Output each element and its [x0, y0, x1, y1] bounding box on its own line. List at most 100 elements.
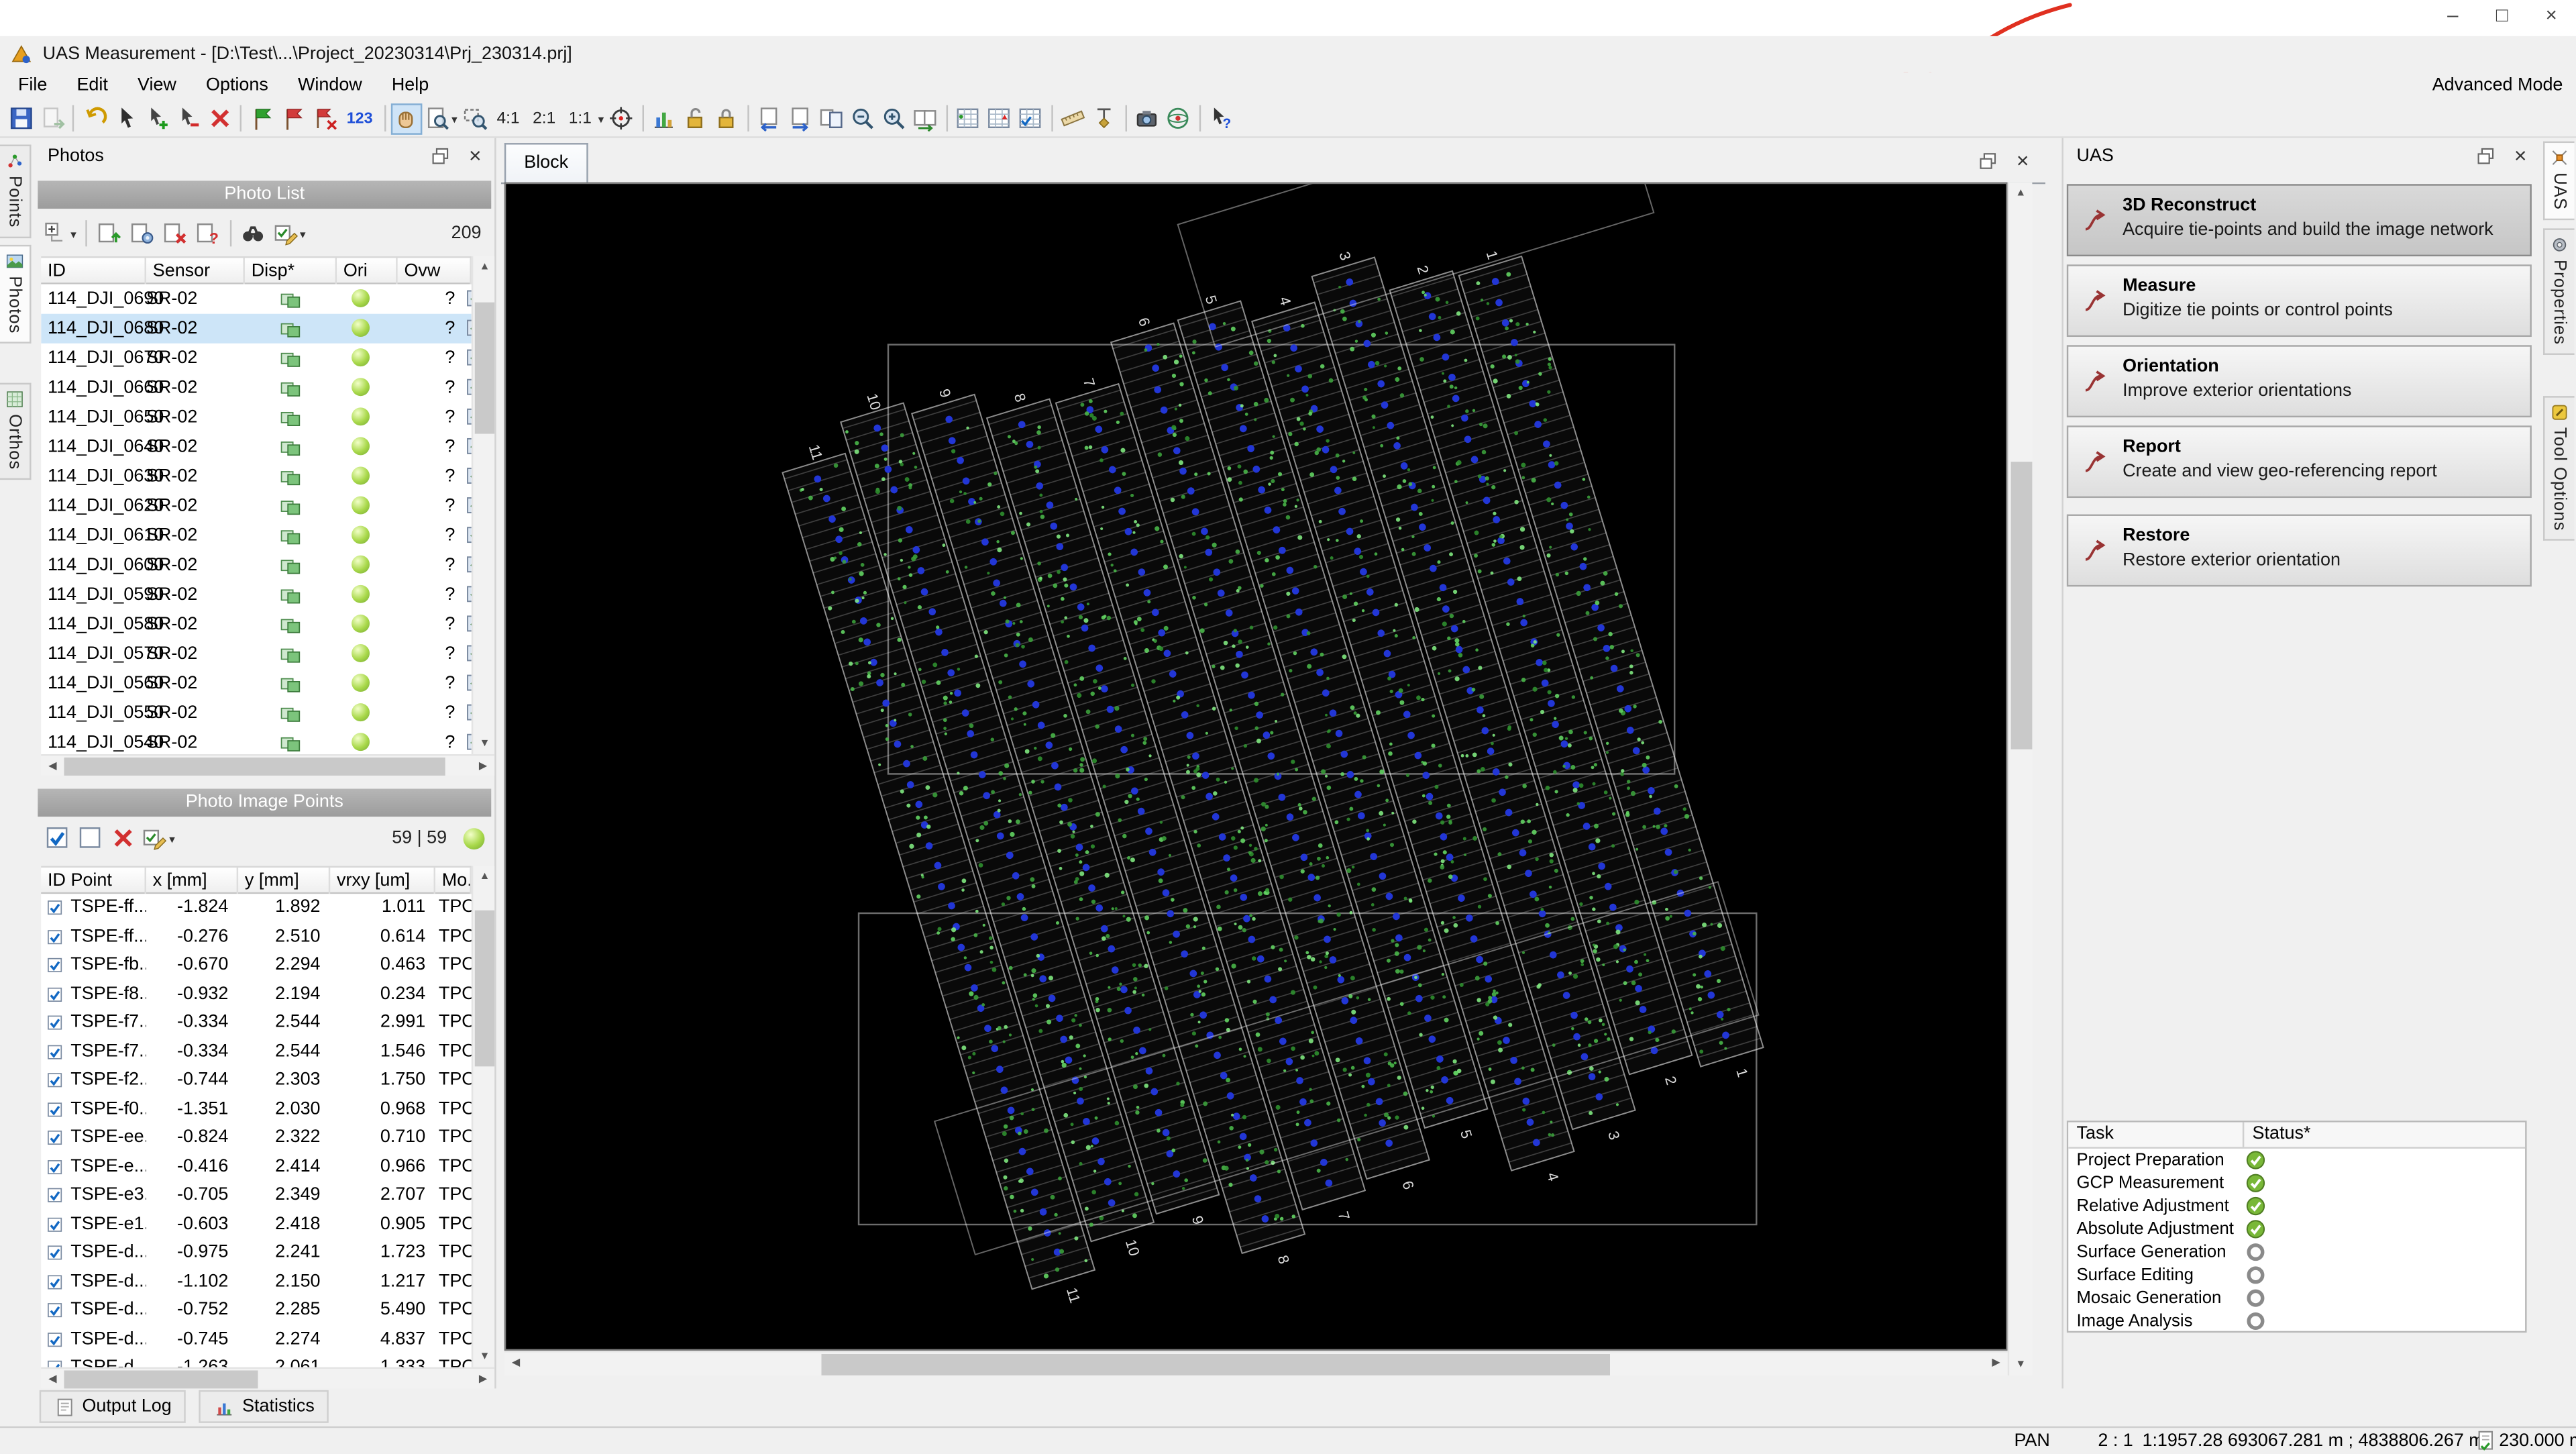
display-icon[interactable] [245, 284, 337, 314]
workflow-card[interactable]: 3D Reconstruct Acquire tie-points and bu… [2067, 184, 2532, 256]
float-panel-icon[interactable] [429, 145, 451, 168]
points-scrollbar-horizontal[interactable] [41, 1367, 494, 1389]
column-header[interactable]: Ovw [398, 258, 472, 284]
tab-block[interactable]: Block [504, 143, 588, 184]
toolbar-table-check-icon[interactable] [1015, 103, 1046, 134]
point-checkbox[interactable] [46, 1215, 64, 1233]
toolbar-zoom-window-icon[interactable] [459, 103, 490, 134]
scrollbar-thumb[interactable] [475, 911, 494, 1067]
display-icon[interactable] [245, 580, 337, 609]
toolbar-preview-icon[interactable] [422, 103, 459, 134]
photo-row[interactable]: 114_DJI_0580 SR-02 ? [41, 610, 472, 639]
point-row[interactable]: TSPE-fb... -0.670 2.294 0.463 TPO [41, 951, 472, 980]
points-checkbox-checked-icon[interactable] [41, 823, 72, 854]
points-scrollbar-vertical[interactable] [472, 866, 494, 1367]
point-row[interactable]: TSPE-d... -0.975 2.241 1.723 TPO [41, 1239, 472, 1268]
point-row[interactable]: TSPE-d... -0.752 2.285 5.490 TPO [41, 1296, 472, 1325]
photo-list-scrollbar-horizontal[interactable] [41, 754, 494, 776]
float-view-icon[interactable] [1976, 150, 1999, 172]
close-panel-icon[interactable] [469, 138, 482, 172]
dropdown-caret-icon[interactable] [69, 223, 76, 243]
overview-icon[interactable] [465, 672, 472, 694]
toolbar-lock-icon[interactable] [710, 103, 742, 134]
scroll-up-icon[interactable] [2009, 183, 2032, 204]
scroll-up-icon[interactable] [473, 866, 496, 888]
overview-icon[interactable] [465, 731, 472, 753]
column-header[interactable]: Ori [337, 258, 398, 284]
overview-icon[interactable] [465, 524, 472, 546]
point-checkbox[interactable] [46, 1100, 64, 1119]
photo-row[interactable]: 114_DJI_0590 SR-02 ? [41, 580, 472, 609]
scroll-left-icon[interactable] [504, 1353, 527, 1374]
point-row[interactable]: TSPE-f2... -0.744 2.303 1.750 TPO [41, 1066, 472, 1095]
display-icon[interactable] [245, 491, 337, 521]
menu-item[interactable]: Options [191, 72, 283, 101]
scrollbar-thumb[interactable] [64, 758, 445, 776]
overview-icon[interactable] [465, 643, 472, 664]
scroll-right-icon[interactable] [472, 756, 494, 778]
toolbar-table-points-icon[interactable] [952, 103, 983, 134]
dropdown-caret-icon[interactable] [596, 109, 604, 128]
display-icon[interactable] [245, 432, 337, 462]
column-header[interactable]: Mo... [435, 868, 472, 894]
overview-icon[interactable] [465, 495, 472, 516]
scroll-left-icon[interactable] [41, 756, 64, 778]
right-dock-tab[interactable]: Properties [2543, 228, 2575, 354]
right-dock-tab[interactable]: UAS [2543, 142, 2575, 220]
point-row[interactable]: TSPE-e3... -0.705 2.349 2.707 TPO [41, 1182, 472, 1210]
toolbar-flag-remove-icon[interactable] [278, 103, 309, 134]
task-column-header[interactable]: Task [2068, 1124, 2114, 1143]
column-header[interactable]: ID Point [41, 868, 146, 894]
display-icon[interactable] [245, 462, 337, 491]
workflow-card[interactable]: Restore Restore exterior orientation [2067, 515, 2532, 587]
overview-icon[interactable] [465, 583, 472, 605]
view-scrollbar-horizontal[interactable] [504, 1351, 2008, 1375]
overview-icon[interactable] [465, 406, 472, 427]
point-checkbox[interactable] [46, 1244, 64, 1262]
toolbar-zoom-4-1-icon[interactable]: 4:1 [490, 103, 527, 134]
display-icon[interactable] [245, 550, 337, 580]
point-checkbox[interactable] [46, 1302, 64, 1320]
toolbar-image-prev-icon[interactable] [753, 103, 785, 134]
point-checkbox[interactable] [46, 899, 64, 917]
point-checkbox[interactable] [46, 1359, 64, 1367]
photo-list-scrollbar-vertical[interactable] [472, 256, 494, 754]
column-header[interactable]: y [mm] [238, 868, 330, 894]
display-icon[interactable] [245, 728, 337, 754]
toolbar-lock-open-icon[interactable] [680, 103, 711, 134]
toolbar-table-gcp-icon[interactable] [983, 103, 1015, 134]
menu-item[interactable]: Window [283, 72, 377, 101]
toolbar-plumb-icon[interactable] [1089, 103, 1120, 134]
close-panel-icon[interactable] [2514, 138, 2527, 172]
column-header[interactable]: Disp* [245, 258, 337, 284]
toolbar-statistics-icon[interactable] [648, 103, 680, 134]
toolbar-pan-icon[interactable] [391, 103, 423, 134]
photo-row[interactable]: 114_DJI_0550 SR-02 ? [41, 698, 472, 728]
photolist-check-edit-icon[interactable] [270, 217, 307, 249]
scrollbar-thumb[interactable] [64, 1370, 258, 1388]
overview-icon[interactable] [465, 288, 472, 309]
toolbar-image-next-icon[interactable] [785, 103, 816, 134]
display-icon[interactable] [245, 314, 337, 344]
toolbar-delete-icon[interactable] [204, 103, 235, 134]
scroll-down-icon[interactable] [473, 1346, 496, 1367]
toolbar-add-measure-icon[interactable] [142, 103, 173, 134]
display-icon[interactable] [245, 698, 337, 728]
photo-row[interactable]: 114_DJI_0670 SR-02 ? [41, 344, 472, 373]
left-dock-tab[interactable]: Orthos [0, 382, 32, 479]
point-row[interactable]: TSPE-d... -0.745 2.274 4.837 TPO [41, 1325, 472, 1354]
column-header[interactable]: Sensor [146, 258, 245, 284]
dropdown-caret-icon[interactable] [299, 223, 306, 243]
toolbar-export-icon[interactable] [36, 103, 68, 134]
close-view-icon[interactable] [2017, 143, 2029, 177]
toolbar-ruler-icon[interactable] [1057, 103, 1089, 134]
photo-row[interactable]: 114_DJI_0620 SR-02 ? [41, 491, 472, 521]
points-delete-icon[interactable] [107, 823, 138, 854]
photo-row[interactable]: 114_DJI_0690 SR-02 ? [41, 284, 472, 314]
point-row[interactable]: TSPE-ee... -0.824 2.322 0.710 TPO [41, 1124, 472, 1153]
scroll-up-icon[interactable] [473, 256, 496, 278]
point-checkbox[interactable] [46, 927, 64, 945]
point-checkbox[interactable] [46, 956, 64, 974]
toolbar-zoom-2-1-icon[interactable]: 2:1 [526, 103, 562, 134]
scroll-left-icon[interactable] [41, 1369, 64, 1390]
